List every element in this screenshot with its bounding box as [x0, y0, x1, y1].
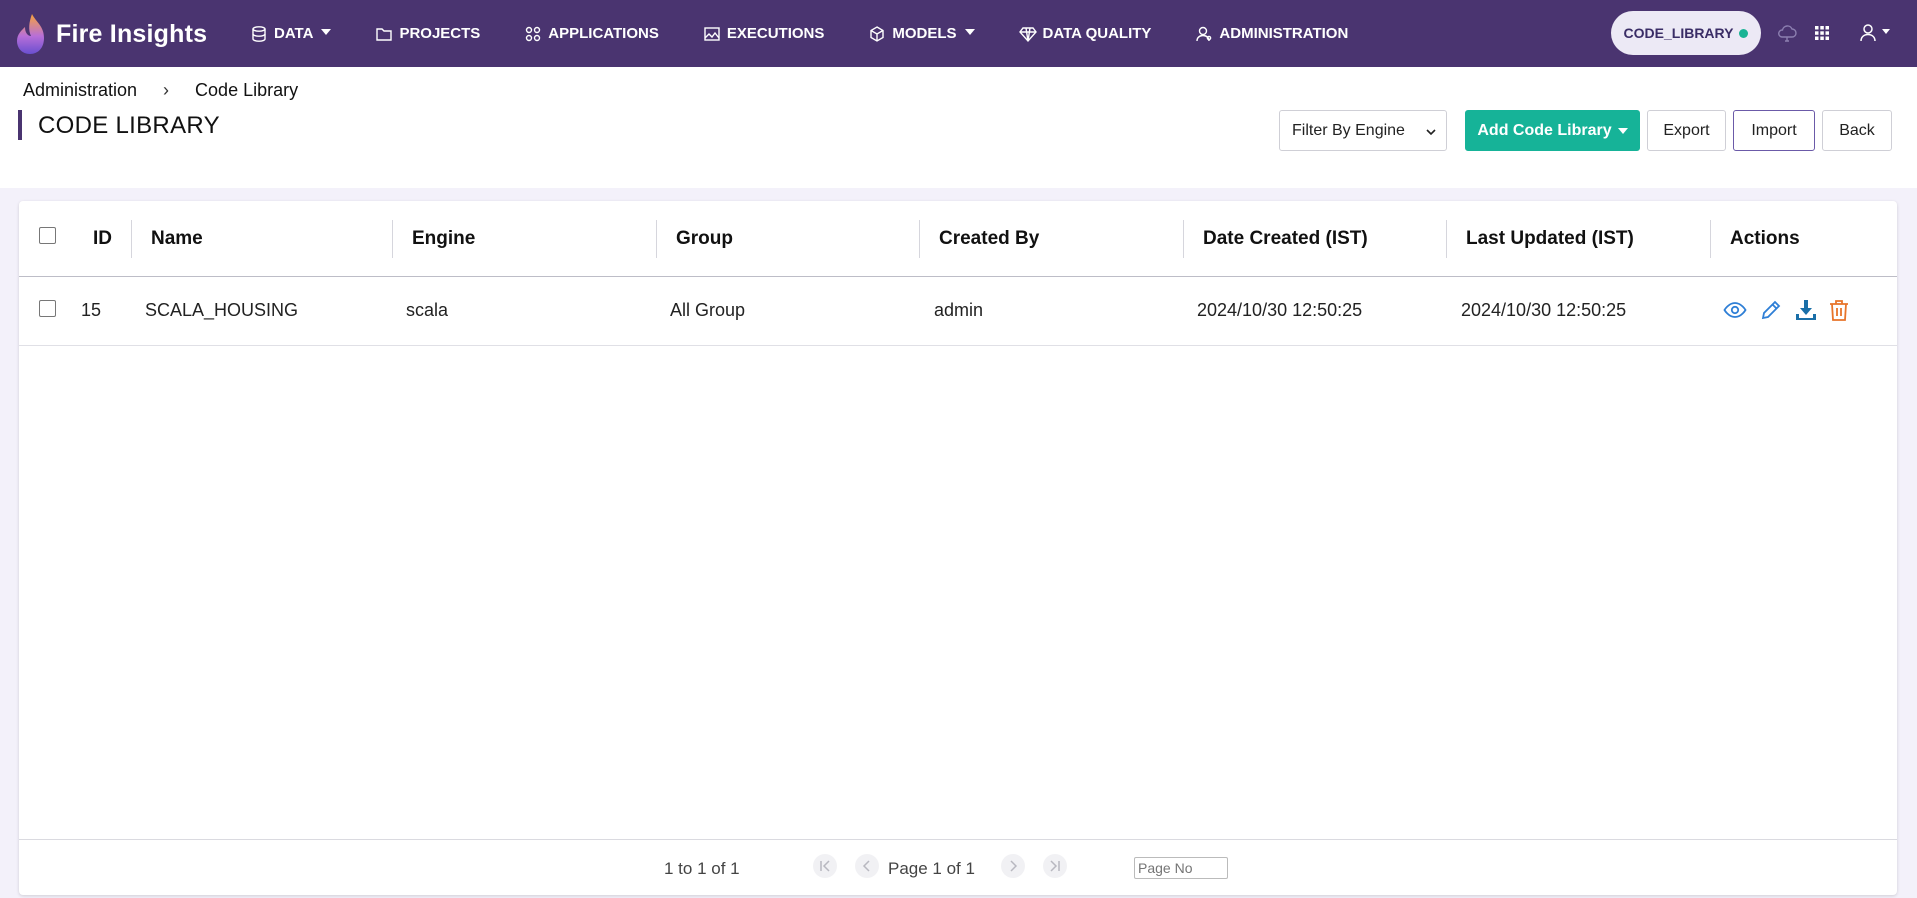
- page-indicator: Page 1 of 1: [888, 859, 975, 878]
- column-header-group[interactable]: Group: [676, 228, 733, 250]
- column-header-date-created[interactable]: Date Created (IST): [1203, 228, 1368, 250]
- apps-menu-icon[interactable]: [1811, 22, 1833, 44]
- breadcrumb-current: Code Library: [195, 80, 299, 100]
- flame-logo-icon: [17, 14, 44, 54]
- status-dot: [1739, 28, 1749, 38]
- app-name: Fire Insights: [56, 19, 208, 48]
- page-header: Administration › Code Library CODE LIBRA…: [0, 67, 1917, 188]
- prev-page-button[interactable]: [855, 854, 879, 878]
- cell-last-updated: 2024/10/30 12:50:25: [1461, 300, 1627, 320]
- nav-item-applications[interactable]: APPLICATIONS: [524, 25, 659, 43]
- edit-pencil-icon[interactable]: [1759, 298, 1783, 322]
- first-page-button[interactable]: [813, 854, 837, 878]
- top-navbar: Fire Insights DATA PROJECTS APPLICATIONS…: [0, 0, 1917, 67]
- first-page-icon: [820, 860, 830, 872]
- title-accent-bar: [18, 110, 22, 140]
- cloud-icon[interactable]: [1776, 22, 1798, 44]
- chevron-down-icon: [1426, 129, 1436, 136]
- user-menu-icon[interactable]: [1858, 22, 1892, 44]
- last-page-button[interactable]: [1043, 854, 1067, 878]
- column-header-engine[interactable]: Engine: [412, 228, 475, 250]
- caret-down-icon: [964, 28, 975, 35]
- cube-icon: [870, 25, 885, 42]
- nav-item-data-quality[interactable]: DATA QUALITY: [1018, 25, 1152, 43]
- filter-label: Filter By Engine: [1292, 121, 1405, 139]
- user-admin-icon: [1196, 26, 1212, 41]
- column-resizer[interactable]: [919, 220, 920, 258]
- nav-item-administration[interactable]: ADMINISTRATION: [1195, 25, 1348, 43]
- page-number-input[interactable]: [1134, 857, 1228, 879]
- nav-item-label: DATA: [274, 25, 314, 42]
- delete-trash-icon[interactable]: [1827, 298, 1851, 322]
- column-header-actions: Actions: [1730, 228, 1800, 249]
- column-resizer[interactable]: [392, 220, 393, 258]
- folder-icon: [376, 27, 393, 41]
- add-button-label: Add Code Library: [1477, 121, 1612, 139]
- column-resizer[interactable]: [131, 220, 132, 258]
- nav-item-label: PROJECTS: [399, 25, 481, 42]
- nav-item-data[interactable]: DATA: [250, 25, 332, 43]
- nav-item-label: MODELS: [892, 25, 957, 42]
- column-resizer[interactable]: [1710, 220, 1711, 258]
- column-header-id[interactable]: ID: [93, 228, 112, 250]
- chart-image-icon: [704, 26, 720, 41]
- page-title: CODE LIBRARY: [38, 112, 220, 139]
- export-button[interactable]: Export: [1647, 110, 1726, 151]
- nav-item-label: EXECUTIONS: [726, 25, 825, 42]
- nav-item-projects[interactable]: PROJECTS: [375, 25, 480, 43]
- cell-engine: scala: [406, 300, 449, 320]
- column-resizer[interactable]: [1446, 220, 1447, 258]
- column-resizer[interactable]: [656, 220, 657, 258]
- cell-group: All Group: [670, 300, 746, 320]
- import-button[interactable]: Import: [1733, 110, 1815, 151]
- next-page-button[interactable]: [1001, 854, 1025, 878]
- column-header-created-by[interactable]: Created By: [939, 228, 1039, 250]
- diamond-icon: [1018, 26, 1037, 42]
- cell-date-created: 2024/10/30 12:50:25: [1197, 300, 1363, 320]
- caret-down-icon: [1617, 127, 1628, 134]
- view-eye-icon[interactable]: [1723, 298, 1747, 322]
- nav-item-label: APPLICATIONS: [548, 25, 659, 42]
- column-header-last-updated[interactable]: Last Updated (IST): [1466, 228, 1634, 250]
- chevron-right-icon: ›: [163, 80, 170, 100]
- apps-grid-icon: [526, 26, 541, 41]
- chevron-right-icon: [1010, 860, 1018, 872]
- breadcrumb: Administration › Code Library: [23, 80, 298, 101]
- filter-by-engine-select[interactable]: Filter By Engine: [1279, 110, 1447, 151]
- pagination-bar: 1 to 1 of 1 Page 1 of 1: [19, 839, 1897, 895]
- table-header: ID Name Engine Group Created By Date Cre…: [19, 201, 1897, 277]
- select-all-checkbox[interactable]: [39, 227, 56, 244]
- table-row[interactable]: 15 SCALA_HOUSING scala All Group admin 2…: [19, 278, 1897, 346]
- chevron-left-icon: [862, 860, 870, 872]
- context-pill-label: CODE_LIBRARY: [1623, 25, 1734, 41]
- back-button[interactable]: Back: [1822, 110, 1892, 151]
- app-logo[interactable]: Fire Insights: [14, 12, 207, 56]
- download-icon[interactable]: [1794, 298, 1818, 322]
- database-icon: [252, 25, 266, 42]
- column-header-name[interactable]: Name: [151, 228, 203, 250]
- nav-item-label: DATA QUALITY: [1042, 25, 1152, 42]
- caret-down-icon: [321, 28, 332, 35]
- pagination-summary: 1 to 1 of 1: [664, 859, 740, 878]
- breadcrumb-parent[interactable]: Administration: [23, 80, 137, 101]
- cell-created-by: admin: [934, 300, 984, 320]
- row-checkbox[interactable]: [39, 300, 56, 317]
- nav-item-executions[interactable]: EXECUTIONS: [703, 25, 825, 43]
- cell-name: SCALA_HOUSING: [145, 300, 299, 320]
- nav-item-models[interactable]: MODELS: [868, 25, 975, 43]
- context-pill[interactable]: CODE_LIBRARY: [1611, 11, 1761, 55]
- column-resizer[interactable]: [1183, 220, 1184, 258]
- code-library-table: ID Name Engine Group Created By Date Cre…: [19, 201, 1897, 895]
- cell-id: 15: [81, 300, 102, 320]
- nav-item-label: ADMINISTRATION: [1219, 25, 1349, 42]
- add-code-library-button[interactable]: Add Code Library: [1465, 110, 1640, 151]
- last-page-icon: [1050, 860, 1060, 872]
